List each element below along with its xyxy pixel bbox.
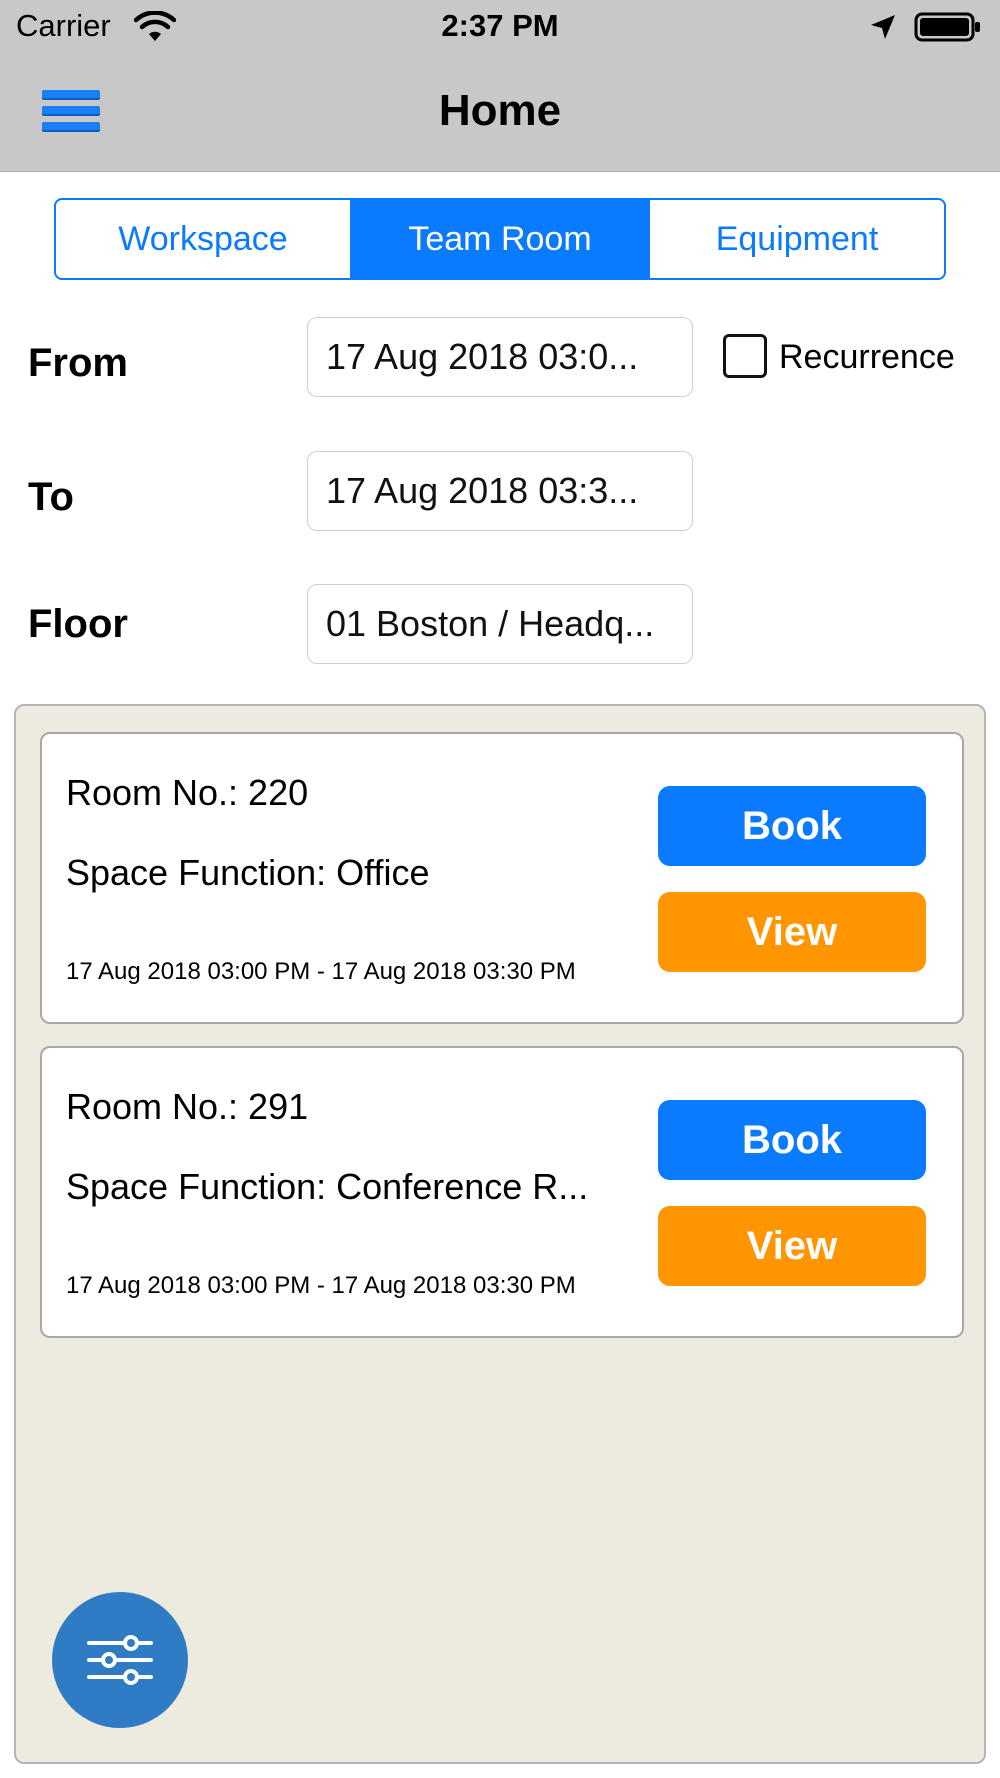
booking-type-tabs: Workspace Team Room Equipment — [54, 198, 946, 280]
tab-workspace[interactable]: Workspace — [56, 200, 352, 278]
space-function: Space Function: Conference R... — [66, 1166, 589, 1207]
status-bar: Carrier 2:37 PM — [0, 0, 1000, 56]
book-button[interactable]: Book — [658, 786, 926, 866]
recurrence-label: Recurrence — [779, 338, 955, 376]
view-button[interactable]: View — [658, 1206, 926, 1286]
tab-team-room[interactable]: Team Room — [352, 200, 650, 278]
booking-time-range: 17 Aug 2018 03:00 PM - 17 Aug 2018 03:30… — [66, 958, 576, 985]
nav-bar: Home — [0, 56, 1000, 172]
space-function: Space Function: Office — [66, 852, 430, 893]
to-label: To — [28, 475, 74, 519]
filter-sliders-icon — [87, 1635, 153, 1685]
room-card: Room No.: 291 Space Function: Conference… — [40, 1046, 964, 1338]
floor-select[interactable]: 01 Boston / Headq... — [307, 584, 693, 664]
location-arrow-icon — [871, 15, 895, 39]
floor-label: Floor — [28, 602, 128, 646]
from-label: From — [28, 341, 128, 385]
filter-button[interactable] — [52, 1592, 188, 1728]
page-title: Home — [438, 86, 562, 135]
battery-icon — [914, 12, 980, 42]
view-button[interactable]: View — [658, 892, 926, 972]
to-date-field[interactable]: 17 Aug 2018 03:3... — [307, 451, 693, 531]
room-number: Room No.: 291 — [66, 1086, 309, 1127]
recurrence-checkbox[interactable] — [723, 334, 767, 378]
book-button[interactable]: Book — [658, 1100, 926, 1180]
booking-time-range: 17 Aug 2018 03:00 PM - 17 Aug 2018 03:30… — [66, 1272, 576, 1299]
room-number: Room No.: 220 — [66, 772, 309, 813]
tab-equipment[interactable]: Equipment — [650, 200, 944, 278]
room-card: Room No.: 220 Space Function: Office 17 … — [40, 732, 964, 1024]
status-time: 2:37 PM — [441, 8, 559, 43]
from-date-field[interactable]: 17 Aug 2018 03:0... — [307, 317, 693, 397]
